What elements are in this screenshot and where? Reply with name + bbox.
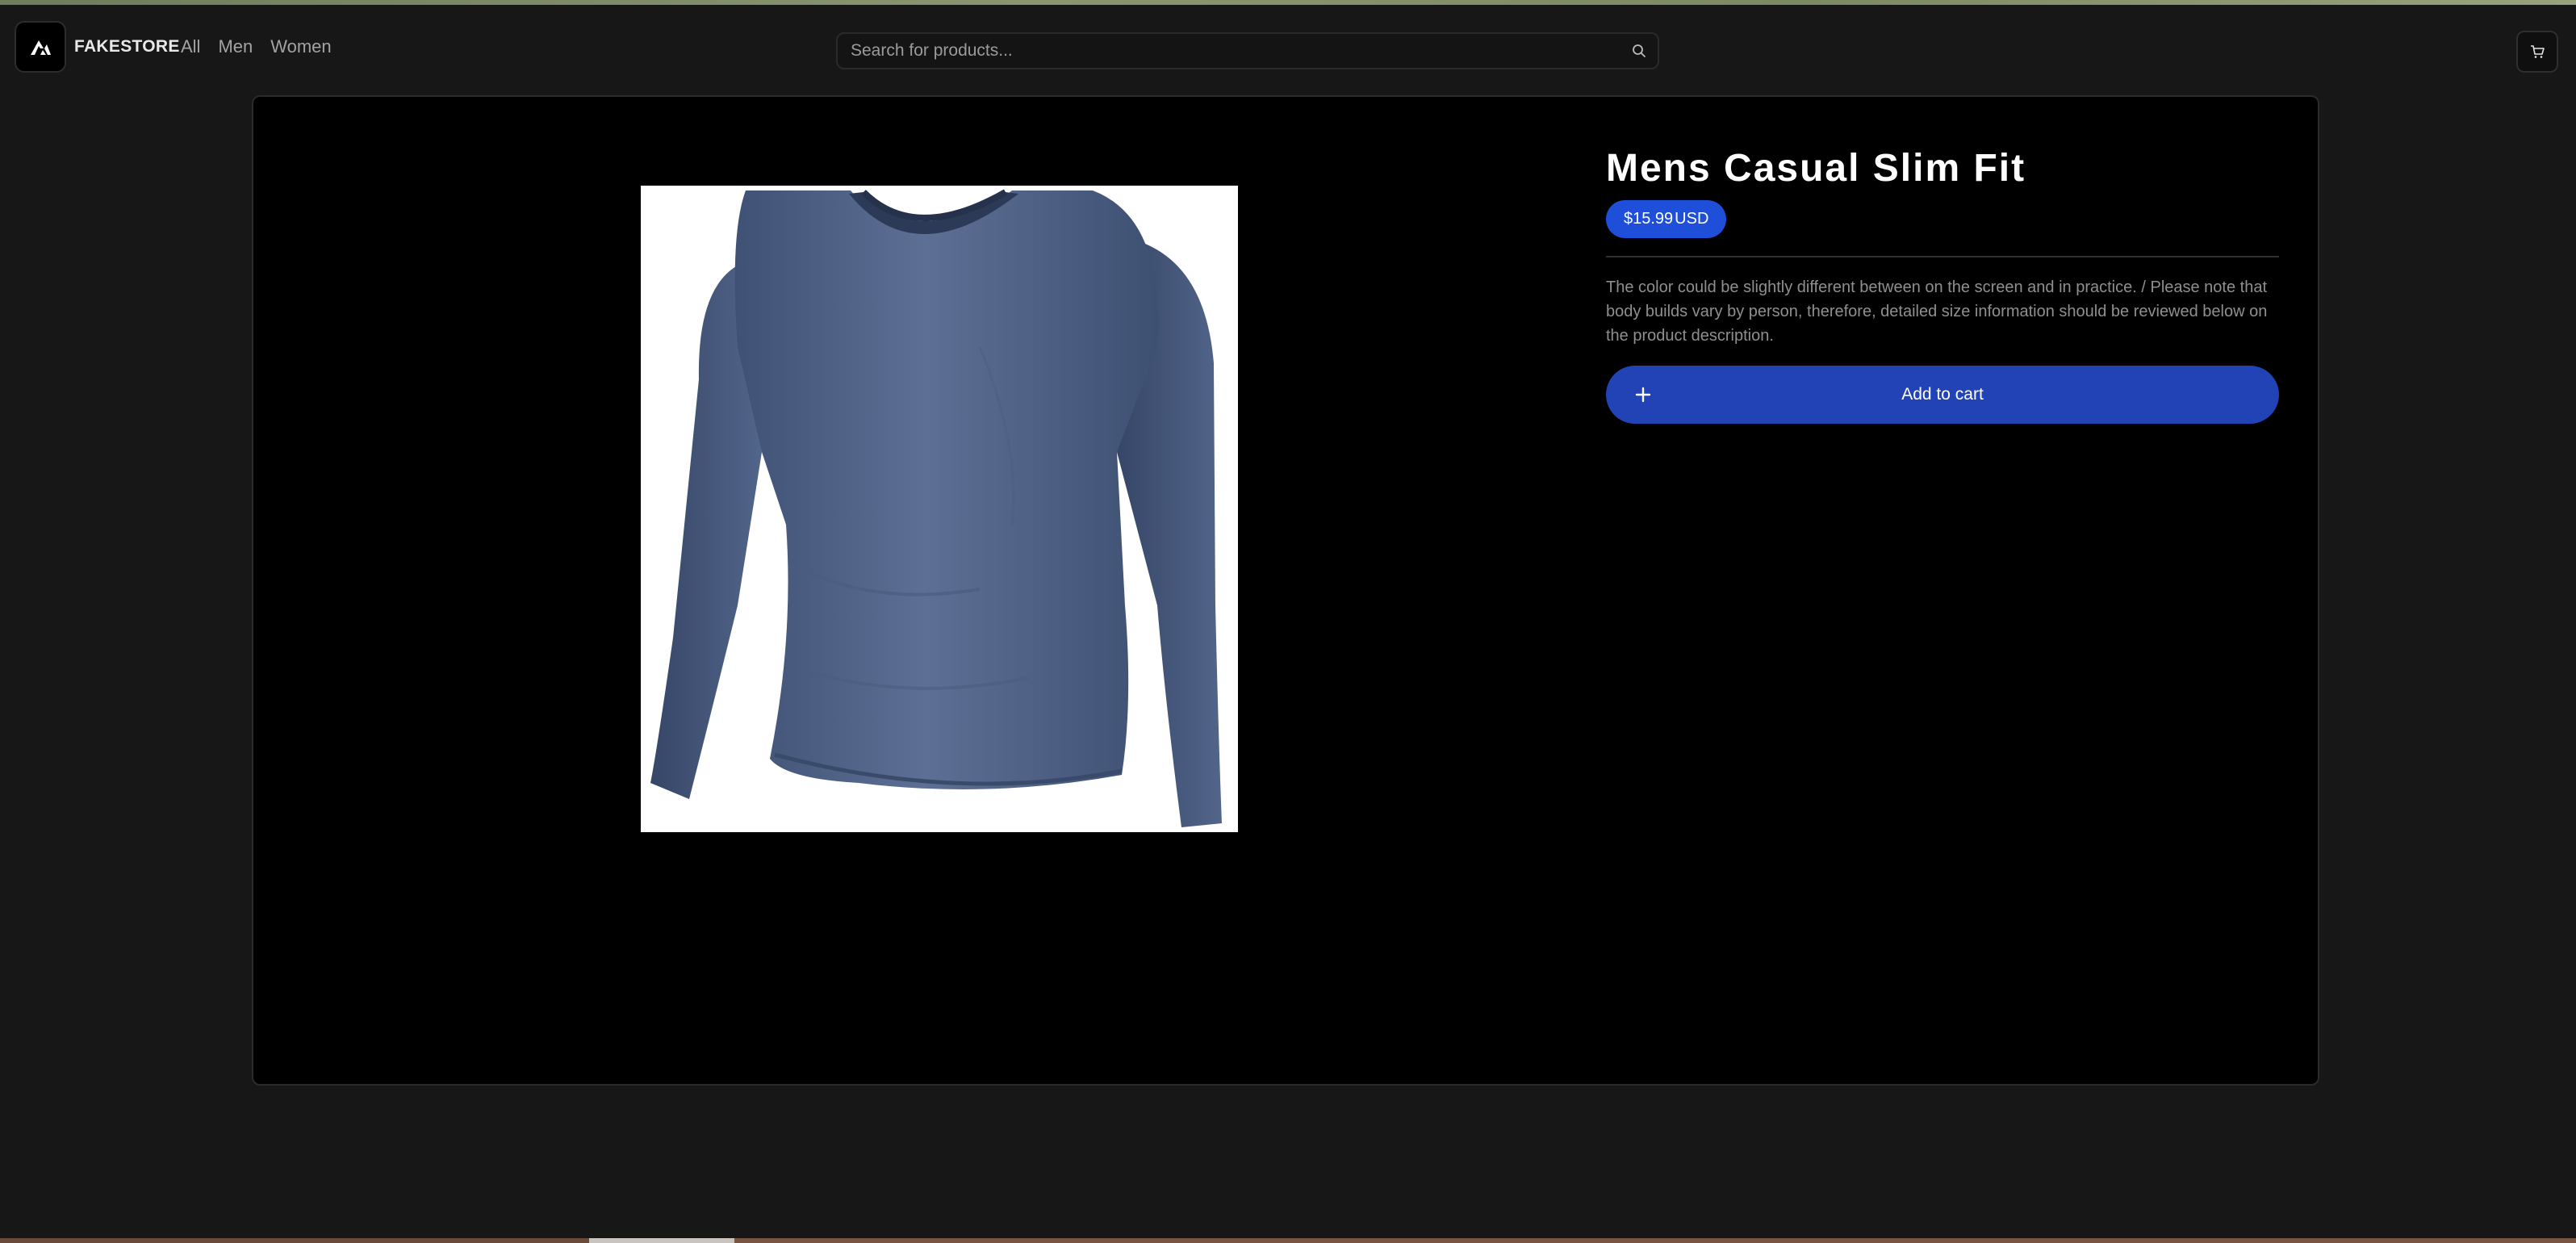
nav-link-women[interactable]: Women xyxy=(270,36,331,57)
price-value: $15.99 xyxy=(1624,210,1674,228)
triangle-logo-icon xyxy=(31,40,51,55)
window-bottom-strip xyxy=(0,1238,2576,1243)
add-to-cart-button[interactable]: Add to cart xyxy=(1606,366,2279,425)
nav-link-all[interactable]: All xyxy=(181,36,200,57)
price-currency: USD xyxy=(1675,210,1709,228)
search-input[interactable] xyxy=(838,34,1620,68)
search-icon[interactable] xyxy=(1620,34,1658,68)
price-badge: $15.99 USD xyxy=(1606,200,1727,239)
product-info: Mens Casual Slim Fit $15.99 USD The color… xyxy=(1606,144,2279,425)
cart-button[interactable] xyxy=(2516,31,2558,73)
search-bar xyxy=(836,32,1659,69)
product-title: Mens Casual Slim Fit xyxy=(1606,147,2026,190)
nav-link-men[interactable]: Men xyxy=(218,36,253,57)
product-image xyxy=(641,186,1238,832)
cart-icon xyxy=(2531,45,2545,58)
logo[interactable] xyxy=(15,21,66,73)
shirt-image xyxy=(641,186,1238,832)
add-to-cart-label: Add to cart xyxy=(1901,385,1984,404)
product-card: Mens Casual Slim Fit $15.99 USD The color… xyxy=(252,95,2319,1086)
category-nav: All Men Women xyxy=(181,36,332,57)
navbar: FAKESTORE All Men Women xyxy=(0,5,2576,92)
brand-name[interactable]: FAKESTORE xyxy=(74,37,180,56)
plus-icon xyxy=(1629,380,1658,409)
divider xyxy=(1606,256,2279,258)
product-description: The color could be slightly different be… xyxy=(1606,278,2268,345)
